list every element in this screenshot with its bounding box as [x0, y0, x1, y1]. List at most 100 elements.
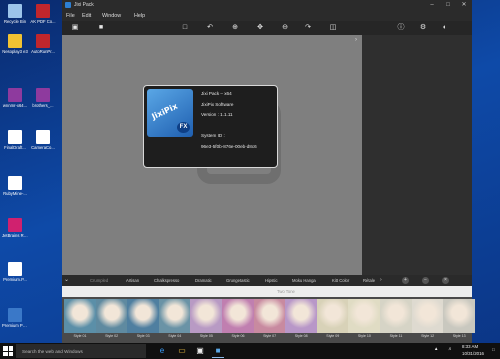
desktop-icon[interactable]: FinalDraft... [2, 130, 28, 150]
crop-icon[interactable]: □ [180, 23, 190, 33]
taskbar: Search the web and Windows e ▭ ▣ ■ ▲ ♬ 8… [0, 343, 500, 359]
tab-hipstic[interactable]: Hipstic [265, 278, 278, 283]
style-thumbnail[interactable]: Style 12 [411, 299, 444, 341]
panel-toggle-chevron-icon[interactable]: › [355, 37, 357, 43]
toolbar: ▣ ■ □ ↶ ⊕ ✥ ⊖ ↷ ◫ ⓘ ⚙ ◐ [62, 21, 472, 35]
settings-icon[interactable]: ⚙ [418, 23, 428, 33]
menu-bar: File Edit Window Help [62, 11, 472, 21]
style-thumbnail[interactable]: Style 13 [443, 299, 476, 341]
menu-edit[interactable]: Edit [82, 13, 91, 19]
desktop-file-icon [8, 308, 22, 322]
zoom-in-icon[interactable]: ⊕ [230, 23, 240, 33]
search-box[interactable]: Search the web and Windows [16, 344, 146, 358]
tray-volume-icon[interactable]: ♬ [448, 346, 452, 351]
close-button[interactable]: ✕ [456, 0, 472, 11]
tabs-collapse-chevron-icon[interactable]: ⌄ [64, 276, 69, 283]
tab-retale[interactable]: Rétale [363, 278, 375, 283]
style-thumbnail[interactable]: Style 08 [285, 299, 318, 341]
style-caption: Style 08 [294, 334, 308, 338]
style-preview-image [411, 299, 444, 333]
desktop-icon-label: CameraCo... [31, 145, 55, 150]
save-icon[interactable]: ■ [96, 23, 106, 33]
clock-time[interactable]: 8:33 AM [462, 344, 478, 349]
open-image-icon[interactable]: ▣ [70, 23, 80, 33]
desktop-icon[interactable]: RubyMine-... [2, 176, 28, 196]
style-thumbnail[interactable]: Style 01 [64, 299, 96, 341]
tab-grungetastic[interactable]: Grungetastic [226, 278, 250, 283]
desktop-icon[interactable]: CameraCo... [30, 130, 56, 150]
desktop-icon[interactable]: wnnmr-x64... [2, 88, 28, 108]
desktop-icon[interactable]: Premium Pack [2, 308, 28, 328]
store-icon[interactable]: ▣ [194, 345, 206, 357]
minimize-button[interactable]: – [424, 0, 440, 11]
tab-kitt-color[interactable]: Kitt Color [332, 278, 349, 283]
tab-moku-hanga[interactable]: Moku Hanga [292, 278, 316, 283]
tabs-next-arrow-icon[interactable]: › [380, 277, 382, 283]
edge-icon[interactable]: e [156, 345, 168, 357]
style-caption: Style 07 [263, 334, 277, 338]
tab-dramatic[interactable]: Dramatic [195, 278, 212, 283]
desktop-icon-label: AutoRunPr... [31, 49, 55, 54]
notifications-icon[interactable]: □ [492, 347, 495, 352]
maximize-button[interactable]: □ [440, 0, 456, 11]
style-preview-image [158, 299, 191, 333]
style-thumbnail[interactable]: Style 05 [190, 299, 223, 341]
style-thumbnail[interactable]: Style 04 [158, 299, 191, 341]
app-icon [65, 2, 71, 8]
menu-file[interactable]: File [66, 13, 75, 19]
tray-network-icon[interactable]: ▲ [434, 346, 438, 351]
menu-window[interactable]: Window [102, 13, 121, 19]
tab-chalkspresso[interactable]: Chalkspresso [154, 278, 179, 283]
desktop-icon[interactable]: Premium.P... [2, 262, 28, 282]
style-thumbnail[interactable]: Style 02 [95, 299, 128, 341]
pan-icon[interactable]: ✥ [255, 23, 265, 33]
desktop-file-icon [8, 130, 22, 144]
tab-artisan[interactable]: Artisan [126, 278, 139, 283]
desktop-icon[interactable]: AutoRunPr... [30, 34, 56, 54]
compare-icon[interactable]: ◫ [328, 23, 338, 33]
rotate-right-icon[interactable]: ↷ [303, 23, 313, 33]
add-style-icon[interactable]: + [402, 277, 409, 284]
desktop-icon[interactable]: JetBrains RubyMin... [2, 218, 28, 238]
style-preview-image [64, 299, 96, 333]
share-icon[interactable]: ◐ [440, 23, 450, 33]
desktop-icon[interactable]: AK PDF Co... [30, 4, 56, 24]
settings-panel [362, 35, 472, 275]
desktop-file-icon [36, 34, 50, 48]
clock-date[interactable]: 10/31/2016 [462, 351, 484, 356]
desktop-icon-label: Nesoplay3 e3 [2, 49, 28, 54]
style-thumbnail[interactable]: Style 09 [316, 299, 349, 341]
window-title: Jixi Pack [74, 2, 94, 8]
style-thumbnail[interactable]: Style 07 [253, 299, 286, 341]
file-explorer-icon[interactable]: ▭ [176, 345, 188, 357]
style-thumbnail[interactable]: Style 03 [127, 299, 160, 341]
subheader-title: Two Tone [277, 289, 295, 294]
style-thumbnail[interactable]: Style 11 [380, 299, 412, 341]
start-button[interactable] [3, 346, 13, 356]
remove-style-icon[interactable]: − [422, 277, 429, 284]
info-icon[interactable]: ⓘ [396, 23, 406, 33]
style-preview-image [190, 299, 223, 333]
style-preview-image [380, 299, 412, 333]
about-dialog[interactable]: JixiPix FX Jixi Pack – x64 JixiPix Softw… [143, 85, 278, 168]
desktop-file-icon [8, 34, 22, 48]
about-company: JixiPix Software [201, 102, 234, 107]
style-thumbnail[interactable]: Style 10 [348, 299, 381, 341]
style-caption: Style 04 [168, 334, 182, 338]
desktop-icon[interactable]: Nesoplay3 e3 [2, 34, 28, 54]
desktop-icon[interactable]: brothers_... [30, 88, 56, 108]
desktop-icon-label: RubyMine-... [3, 191, 27, 196]
style-thumbnail[interactable]: Style 06 [222, 299, 254, 341]
reset-style-icon[interactable]: × [442, 277, 449, 284]
jixi-pack-taskbar-icon[interactable]: ■ [212, 345, 224, 358]
desktop-icon-label: JetBrains RubyMin... [2, 233, 28, 238]
style-preview-image [127, 299, 160, 333]
desktop-icon[interactable]: Recycle Bin [2, 4, 28, 24]
zoom-out-icon[interactable]: ⊖ [280, 23, 290, 33]
style-preview-image [285, 299, 318, 333]
menu-help[interactable]: Help [134, 13, 145, 19]
rotate-left-icon[interactable]: ↶ [205, 23, 215, 33]
style-thumbnail-strip: Style 01 Style 02 Style 03 Style 04 Style 05… [62, 297, 476, 343]
style-category-tabs: ⌄ Crumpled Artisan Chalkspresso Dramatic… [62, 275, 472, 286]
tab-crumpled[interactable]: Crumpled [90, 278, 108, 283]
